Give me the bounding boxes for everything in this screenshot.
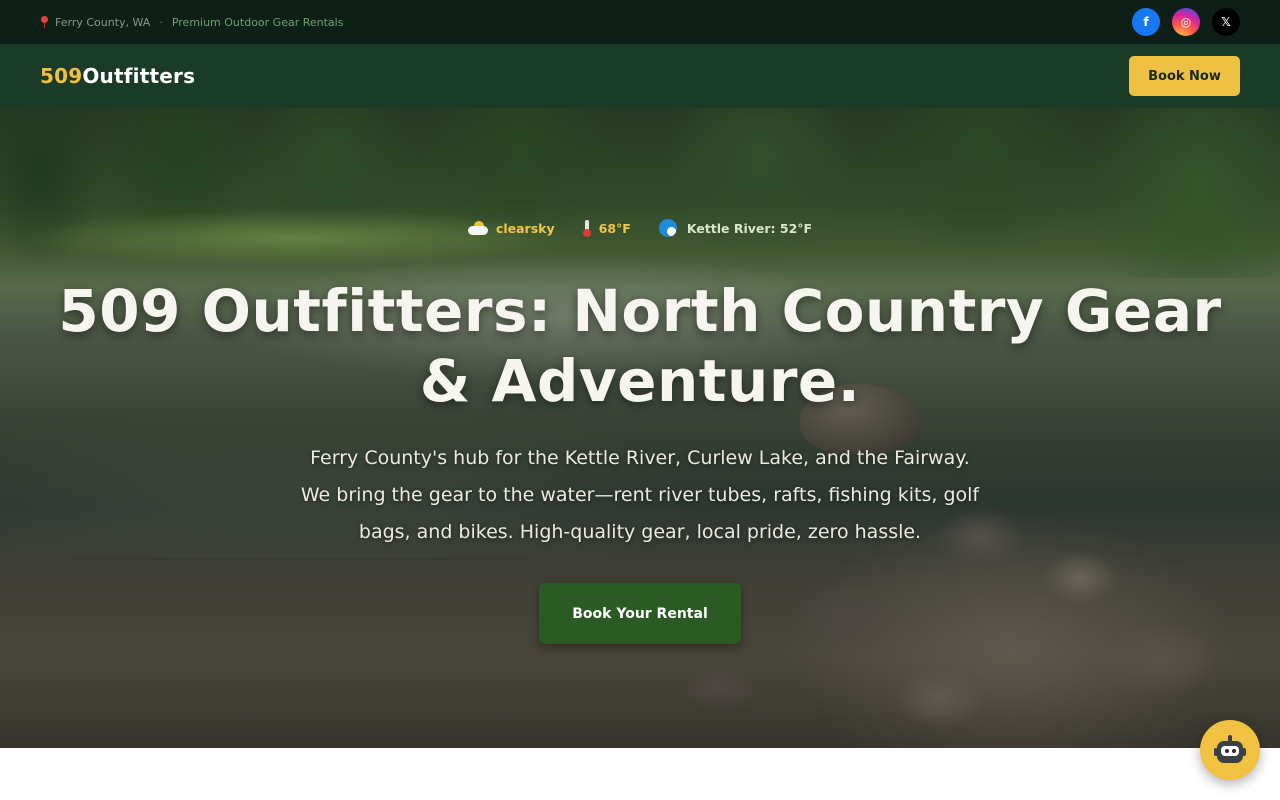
hero-subtext: Ferry County's hub for the Kettle River,… (300, 447, 980, 543)
thermometer-icon (582, 220, 591, 237)
weather-river: Kettle River: 52°F (658, 219, 813, 237)
pin-icon (40, 16, 49, 28)
separator: · (159, 15, 163, 29)
wave-icon (658, 219, 679, 237)
hero-headline: 509 Outfitters: North Country Gear & Adv… (58, 277, 1222, 415)
weather-river-text: Kettle River: 52°F (686, 220, 813, 236)
book-rental-button[interactable]: Book Your Rental (539, 583, 741, 644)
facebook-icon[interactable]: f (1132, 8, 1160, 36)
social-links: f ◎ 𝕏 (1132, 8, 1240, 36)
weather-sky: clearsky (467, 219, 555, 237)
instagram-icon[interactable]: ◎ (1172, 8, 1200, 36)
weather-sky-text: clearsky (495, 220, 555, 236)
book-now-button[interactable]: Book Now (1129, 56, 1240, 96)
logo-word: Outfitters (82, 64, 196, 88)
weather-temp-text: 68°F (598, 220, 631, 236)
robot-icon (1214, 735, 1246, 765)
weather-strip: clearsky 68°F Kettle River: 52°F (0, 219, 1280, 237)
hero-section: clearsky 68°F Kettle River: 52°F 509 Out… (0, 108, 1280, 748)
location-text: Ferry County, WA (55, 15, 151, 29)
topbar-info: Ferry County, WA · Premium Outdoor Gear … (40, 16, 343, 29)
weather-temp: 68°F (582, 219, 631, 237)
x-icon[interactable]: 𝕏 (1212, 8, 1240, 36)
chat-assistant-button[interactable] (1200, 720, 1260, 780)
tagline-text: Premium Outdoor Gear Rentals (171, 15, 344, 29)
logo-number: 509 (40, 64, 83, 88)
top-utility-bar: Ferry County, WA · Premium Outdoor Gear … (0, 0, 1280, 44)
site-logo[interactable]: 509Outfitters (40, 64, 195, 88)
main-nav: 509Outfitters Book Now (0, 44, 1280, 108)
cloud-sun-icon (467, 221, 488, 235)
